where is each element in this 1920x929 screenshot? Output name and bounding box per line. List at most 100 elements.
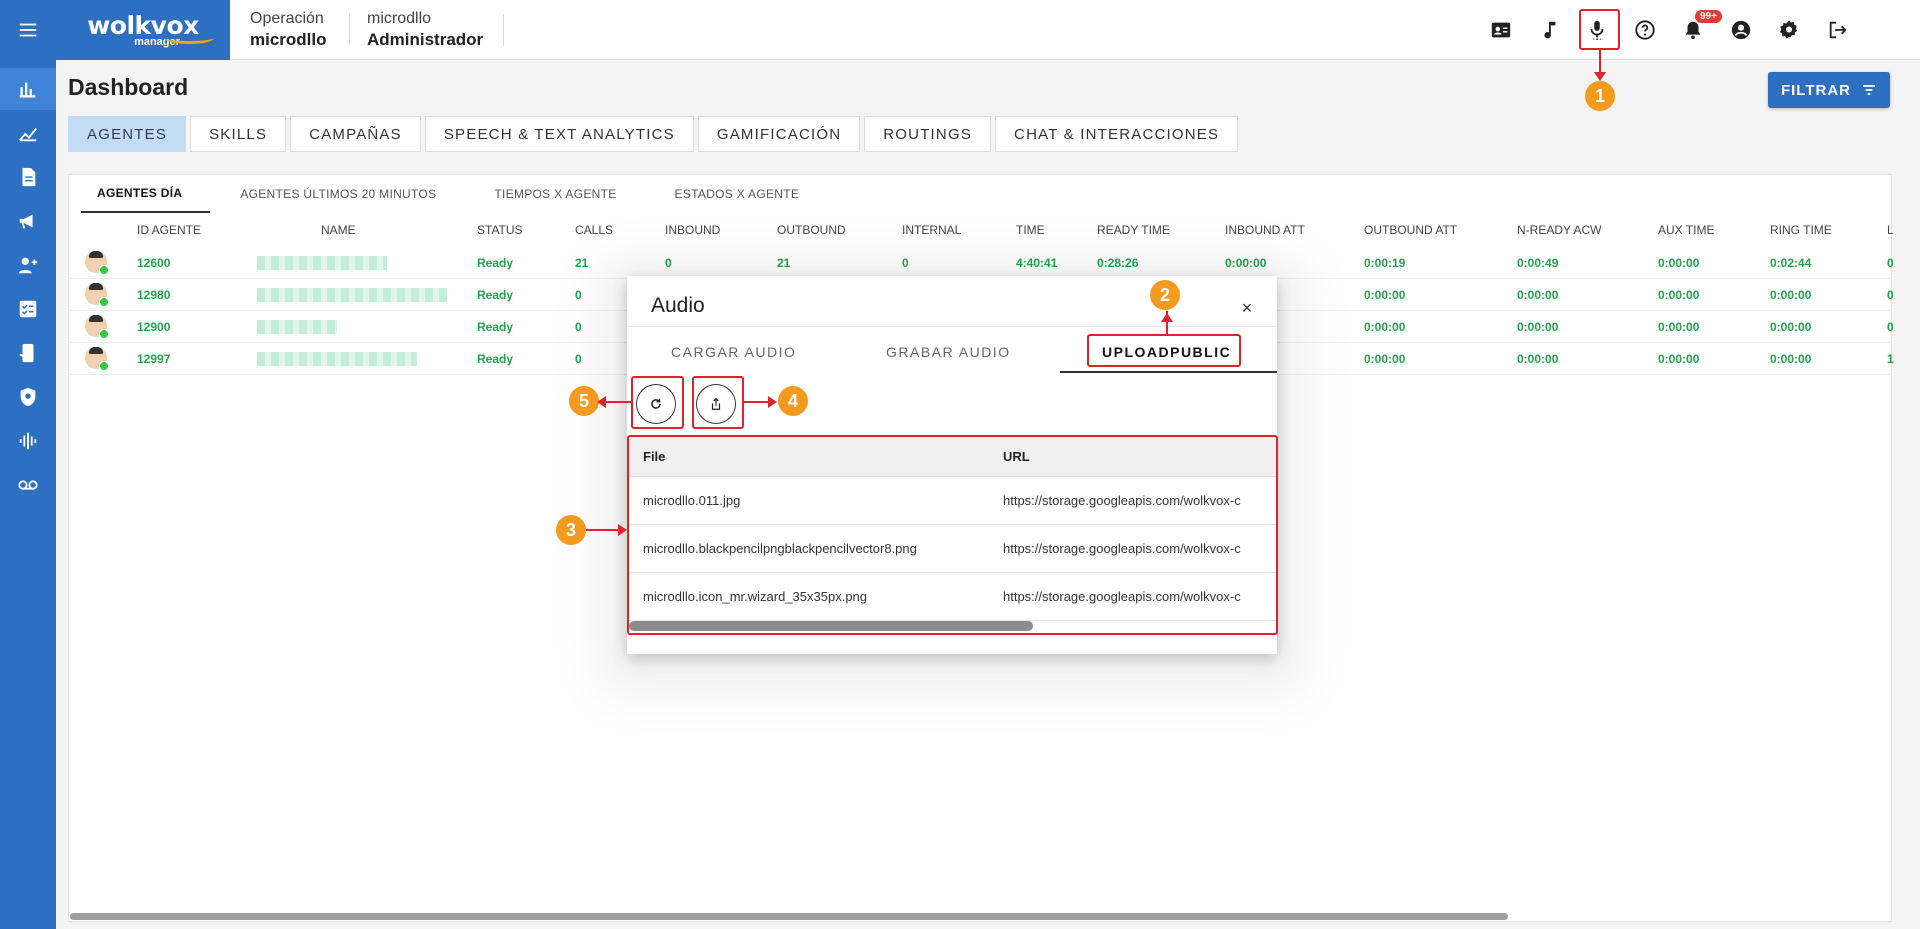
music-button[interactable]	[1531, 12, 1567, 48]
column-header[interactable]: AUX TIME	[1658, 223, 1714, 237]
logo[interactable]: wolkvox manager	[56, 0, 230, 60]
context-value: microdllo	[250, 30, 327, 49]
close-icon: ×	[1241, 297, 1253, 318]
menu-button[interactable]	[0, 0, 56, 60]
shield-search-icon	[20, 387, 36, 407]
column-header[interactable]: INTERNAL	[902, 223, 961, 237]
last-value: 0	[1887, 288, 1894, 302]
sidebar-item-tasks[interactable]	[0, 288, 56, 330]
agent-id: 12980	[137, 288, 171, 302]
step-marker-4: 4	[778, 386, 808, 416]
horizontal-scrollbar[interactable]	[70, 913, 1508, 920]
tab-agentes[interactable]: AGENTES	[68, 116, 187, 152]
tab-speech-analytics[interactable]: SPEECH & TEXT ANALYTICS	[424, 116, 694, 152]
redacted-name	[257, 352, 417, 366]
ring-time-value: 0:00:00	[1770, 320, 1812, 334]
nready-acw-value: 0:00:00	[1517, 320, 1559, 334]
tab-grabar-audio[interactable]: GRABAR AUDIO	[886, 327, 1011, 377]
last-value: 0	[1887, 256, 1894, 270]
help-icon	[1635, 20, 1655, 40]
sidebar-item-dashboard[interactable]	[0, 68, 56, 110]
sidebar-item-voicemail[interactable]	[0, 464, 56, 506]
ready-time-value: 0:28:26	[1097, 256, 1139, 270]
agent-avatar	[85, 251, 109, 275]
column-header[interactable]: L	[1887, 223, 1894, 237]
sidebar-item-reports[interactable]	[0, 156, 56, 198]
checklist-icon	[19, 300, 37, 318]
agent-status: Ready	[477, 256, 514, 270]
column-header[interactable]: OUTBOUND	[777, 223, 846, 237]
page-title: Dashboard	[68, 74, 189, 100]
column-header[interactable]: ID AGENTE	[137, 223, 201, 237]
phone-settings-icon	[19, 343, 34, 363]
agent-id: 12900	[137, 320, 171, 334]
ring-time-value: 0:02:44	[1770, 256, 1812, 270]
help-button[interactable]	[1627, 12, 1663, 48]
outbound-att-value: 0:00:00	[1364, 352, 1406, 366]
highlight-files-table	[627, 435, 1278, 635]
column-header[interactable]: RING TIME	[1770, 223, 1832, 237]
ring-time-value: 0:00:00	[1770, 288, 1812, 302]
agent-avatar	[85, 283, 109, 307]
highlight-upload-button	[692, 376, 744, 429]
last-value: 1	[1887, 352, 1894, 366]
column-header[interactable]: INBOUND ATT	[1225, 223, 1305, 237]
column-header[interactable]: NAME	[321, 223, 356, 237]
arrow-head	[1161, 313, 1173, 322]
settings-button[interactable]	[1771, 12, 1807, 48]
filter-button[interactable]: FILTRAR	[1768, 72, 1890, 108]
operation-context: Operación microdllo	[250, 10, 327, 50]
logout-button[interactable]	[1820, 12, 1856, 48]
column-header[interactable]: CALLS	[575, 223, 613, 237]
tab-campanas[interactable]: CAMPAÑAS	[290, 116, 421, 152]
tab-chat-interacciones[interactable]: CHAT & INTERACCIONES	[995, 116, 1239, 152]
agent-avatar	[85, 347, 109, 371]
outbound-att-value: 0:00:19	[1364, 256, 1406, 270]
topbar: wolkvox manager Operación microdllo micr…	[56, 0, 1920, 60]
outbound-att-value: 0:00:00	[1364, 320, 1406, 334]
close-button[interactable]: ×	[1237, 298, 1257, 318]
sidebar-item-analytics[interactable]	[0, 112, 56, 154]
column-header[interactable]: STATUS	[477, 223, 523, 237]
tab-skills[interactable]: SKILLS	[190, 116, 287, 152]
filter-label: FILTRAR	[1780, 81, 1852, 99]
column-header[interactable]: INBOUND	[665, 223, 720, 237]
column-header[interactable]: TIME	[1016, 223, 1045, 237]
sidebar-item-users[interactable]	[0, 244, 56, 286]
sidebar-item-phone[interactable]	[0, 332, 56, 374]
aux-time-value: 0:00:00	[1658, 352, 1700, 366]
outbound-att-value: 0:00:00	[1364, 288, 1406, 302]
notifications-button[interactable]: 99+	[1675, 10, 1722, 48]
highlight-uploadpublic-tab	[1087, 334, 1241, 367]
agent-status: Ready	[477, 352, 514, 366]
sidebar-item-campaigns[interactable]	[0, 200, 56, 242]
column-header[interactable]: READY TIME	[1097, 223, 1170, 237]
subtab-tiempos-agente[interactable]: TIEMPOS X AGENTE	[464, 175, 644, 213]
inbound-value: 0	[665, 256, 672, 270]
column-header[interactable]: N-READY ACW	[1517, 223, 1601, 237]
outbound-value: 21	[777, 256, 791, 270]
contacts-button[interactable]	[1483, 12, 1519, 48]
subtab-agentes-20-min[interactable]: AGENTES ÚLTIMOS 20 MINUTOS	[210, 175, 464, 213]
tab-cargar-audio[interactable]: CARGAR AUDIO	[671, 327, 796, 377]
subtab-estados-agente[interactable]: ESTADOS X AGENTE	[645, 175, 828, 213]
aux-time-value: 0:00:00	[1658, 256, 1700, 270]
account-button[interactable]	[1723, 12, 1759, 48]
contact-card-icon	[1491, 22, 1511, 38]
table-row[interactable]: 12600 Ready 21 0 21 0 4:40:41 0:28:26 0:…	[69, 247, 1894, 279]
context-value: Administrador	[367, 30, 484, 49]
nready-acw-value: 0:00:49	[1517, 256, 1559, 270]
subtab-agentes-dia[interactable]: AGENTES DÍA	[81, 175, 211, 213]
tab-routings[interactable]: ROUTINGS	[864, 116, 992, 152]
column-header[interactable]: OUTBOUND ATT	[1364, 223, 1457, 237]
highlight-refresh-button	[631, 376, 684, 429]
sidebar-item-security[interactable]	[0, 376, 56, 418]
inbound-att-value: 0:00:00	[1225, 256, 1267, 270]
aux-time-value: 0:00:00	[1658, 288, 1700, 302]
dialog-title: Audio	[651, 294, 705, 317]
tab-gamificacion[interactable]: GAMIFICACIÓN	[697, 116, 861, 152]
step-marker-3: 3	[556, 515, 586, 545]
sidebar-item-speech[interactable]	[0, 420, 56, 462]
agent-avatar	[85, 315, 109, 339]
time-value: 4:40:41	[1016, 256, 1058, 270]
